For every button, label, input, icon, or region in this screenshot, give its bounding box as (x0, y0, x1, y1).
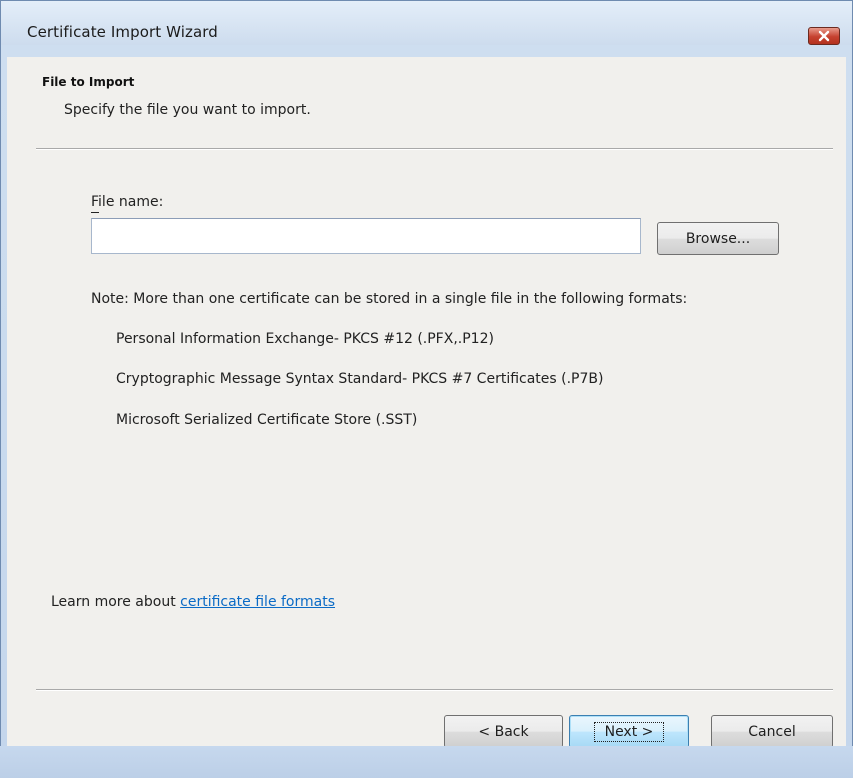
window-bottom-frame (0, 746, 853, 778)
back-button-label: < Back (478, 723, 529, 740)
cancel-button[interactable]: Cancel (711, 715, 833, 748)
file-name-label-text: File name: (91, 194, 164, 210)
title-bar[interactable]: Certificate Import Wizard (1, 1, 852, 45)
learn-more-prefix: Learn more about (51, 594, 181, 610)
back-button[interactable]: < Back (444, 715, 563, 748)
header-separator (36, 148, 833, 150)
page-heading: File to Import (42, 75, 135, 89)
browse-button[interactable]: Browse... (657, 222, 779, 255)
format-item-pfx: Personal Information Exchange- PKCS #12 … (116, 331, 494, 347)
window-title: Certificate Import Wizard (27, 23, 218, 41)
wizard-content (7, 57, 846, 747)
certificate-formats-link[interactable]: certificate file formats (180, 594, 335, 610)
format-item-sst: Microsoft Serialized Certificate Store (… (116, 412, 418, 428)
page-subheading: Specify the file you want to import. (64, 102, 311, 118)
next-button-label: Next > (593, 721, 665, 742)
cancel-button-label: Cancel (748, 723, 796, 740)
file-name-accesskey-underline (91, 212, 99, 213)
browse-button-label: Browse... (685, 230, 751, 247)
file-name-label: File name: (91, 194, 163, 210)
file-name-input[interactable] (91, 218, 641, 254)
close-button[interactable] (808, 27, 840, 45)
format-item-p7b: Cryptographic Message Syntax Standard- P… (116, 371, 604, 387)
learn-more-text: Learn more about certificate file format… (51, 594, 335, 610)
footer-separator (36, 689, 833, 691)
close-x-icon (818, 30, 830, 42)
next-button[interactable]: Next > (569, 715, 689, 748)
note-text: Note: More than one certificate can be s… (91, 291, 688, 307)
